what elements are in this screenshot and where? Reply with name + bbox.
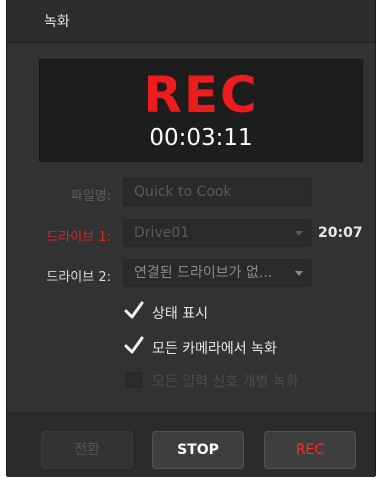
switch-button: 전환 [41, 431, 133, 469]
filename-field: Quick to Cook [123, 178, 312, 206]
drive1-remaining-time: 20:07 [318, 225, 363, 241]
checkbox-label: 모든 입력 신호 개별 녹화 [152, 374, 299, 390]
drive2-value: 연결된 드라이브가 없... [134, 265, 273, 281]
stop-button[interactable]: STOP [152, 431, 244, 469]
panel-title: 녹화 [44, 14, 70, 30]
drive1-label: 드라이브 1: [46, 230, 111, 245]
chevron-down-icon [295, 231, 303, 236]
rec-status-indicator: REC [143, 66, 259, 124]
drive1-value: Drive01 [134, 225, 190, 241]
checkbox-label: 상태 표시 [152, 306, 208, 322]
record-status-display: REC 00:03:11 [39, 59, 363, 162]
drive1-select: Drive01 [123, 219, 312, 247]
timecode: 00:03:11 [149, 125, 253, 151]
check-icon[interactable] [124, 301, 144, 320]
check-icon[interactable] [124, 336, 144, 355]
empty-checkbox-icon [126, 372, 142, 388]
record-panel: 녹화 REC 00:03:11 파일명: Quick to Cook 드라이브 … [6, 0, 376, 477]
drive2-label: 드라이브 2: [46, 270, 111, 285]
filename-label: 파일명: [70, 189, 111, 204]
title-bar: 녹화 [7, 0, 375, 43]
checkbox-label: 모든 카메라에서 녹화 [152, 341, 277, 357]
button-bar: 전환 STOP REC [7, 412, 375, 477]
drive2-select[interactable]: 연결된 드라이브가 없... [123, 259, 312, 287]
rec-button[interactable]: REC [264, 431, 356, 469]
chevron-down-icon [295, 271, 303, 276]
